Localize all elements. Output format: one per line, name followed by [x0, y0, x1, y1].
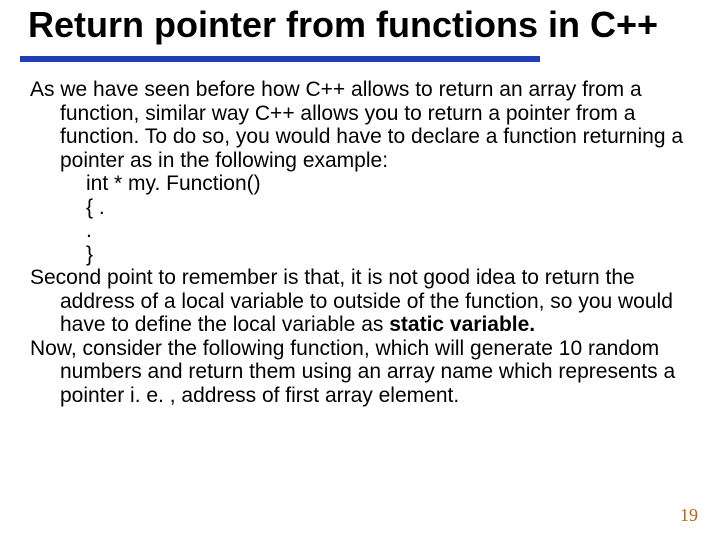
slide-body: As we have seen before how C++ allows to… — [30, 78, 690, 407]
page-number: 19 — [680, 505, 698, 526]
code-line-1: int * my. Function() — [30, 172, 690, 196]
code-line-3: . — [30, 219, 690, 243]
code-line-4: } — [30, 243, 690, 267]
slide-title: Return pointer from functions in C++ — [28, 6, 718, 44]
paragraph-3: Now, consider the following function, wh… — [30, 337, 690, 408]
paragraph-1: As we have seen before how C++ allows to… — [30, 78, 690, 172]
code-line-2: { . — [30, 196, 690, 220]
slide: Return pointer from functions in C++ As … — [0, 0, 720, 540]
paragraph-2: Second point to remember is that, it is … — [30, 266, 690, 337]
title-underline — [20, 56, 540, 62]
paragraph-2-bold: static variable. — [389, 313, 535, 336]
paragraph-2-text: Second point to remember is that, it is … — [30, 266, 673, 336]
